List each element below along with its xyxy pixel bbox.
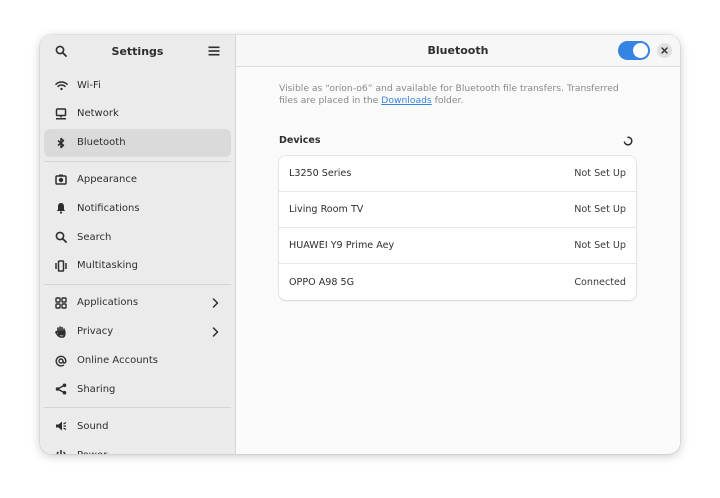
sidebar-header: Settings [40,35,235,67]
device-row[interactable]: L3250 Series Not Set Up [279,156,636,192]
sidebar-item-online-accounts[interactable]: Online Accounts [44,347,231,375]
device-name: OPPO A98 5G [289,276,355,288]
sidebar-item-notifications[interactable]: Notifications [44,194,231,222]
toggle-knob [633,43,648,58]
sidebar-item-label: Sharing [77,383,116,395]
sidebar-separator [44,407,231,409]
panel-title: Bluetooth [427,44,489,57]
devices-heading: Devices [279,135,321,146]
bluetooth-icon [54,136,68,150]
device-name: HUAWEI Y9 Prime Aey [289,240,395,251]
chevron-right-icon [209,326,221,338]
sidebar-item-label: Bluetooth [77,137,126,149]
device-status: Not Set Up [574,168,626,179]
sidebar-item-sharing[interactable]: Sharing [44,375,231,403]
description-text-end: folder. [431,94,464,106]
search-button[interactable] [50,40,72,62]
search-icon [54,230,68,244]
applications-icon [54,296,68,310]
sidebar-item-label: Wi-Fi [77,79,101,91]
sidebar-item-label: Applications [77,297,139,309]
speaker-icon [54,419,68,433]
loading-spinner-icon [623,136,633,146]
privacy-hand-icon [54,325,68,339]
sidebar-item-network[interactable]: Network [44,100,231,128]
device-row[interactable]: OPPO A98 5G Connected [279,264,636,300]
multitasking-icon [54,259,68,273]
device-row[interactable]: Living Room TV Not Set Up [279,192,636,228]
sidebar-item-label: Search [77,231,112,243]
device-row[interactable]: HUAWEI Y9 Prime Aey Not Set Up [279,228,636,264]
downloads-link[interactable]: Downloads [381,95,431,106]
device-status: Connected [574,276,626,288]
sidebar-nav: Wi-Fi Network Bluetooth Appearance Notificat… [40,67,235,454]
sidebar-item-label: Online Accounts [77,355,159,367]
sidebar: Settings Wi-Fi Network Bluetooth Appearance… [40,35,236,454]
sidebar-item-power[interactable]: Power [44,441,231,454]
sidebar-item-privacy[interactable]: Privacy [44,318,231,346]
hamburger-menu-icon [208,46,220,56]
at-icon [54,354,68,368]
panel-header: Bluetooth [236,35,680,67]
settings-window: Settings Wi-Fi Network Bluetooth Appearance… [40,35,680,454]
close-button[interactable] [657,43,672,58]
sidebar-item-appearance[interactable]: Appearance [44,166,231,194]
search-icon [55,45,67,57]
sidebar-item-label: Privacy [77,326,114,338]
device-name: L3250 Series [289,168,352,179]
sidebar-item-applications[interactable]: Applications [44,289,231,317]
bluetooth-panel: Bluetooth Visible as “orion-o6” and avai… [236,35,680,454]
sidebar-item-label: Network [77,108,119,120]
menu-button[interactable] [203,40,225,62]
sidebar-item-multitasking[interactable]: Multitasking [44,252,231,280]
device-status: Not Set Up [574,240,626,251]
wifi-icon [54,78,68,92]
network-icon [54,107,68,121]
device-name: Living Room TV [289,204,364,215]
sidebar-item-bluetooth[interactable]: Bluetooth [44,128,231,157]
device-status: Not Set Up [574,204,626,215]
chevron-right-icon [209,297,221,309]
sidebar-item-sound[interactable]: Sound [44,412,231,440]
visibility-description: Visible as “orion-o6” and available for … [279,83,639,106]
power-icon [54,448,68,454]
sidebar-item-search[interactable]: Search [44,223,231,251]
appearance-icon [54,173,68,187]
close-icon [661,47,668,54]
sidebar-separator [44,160,231,162]
sidebar-item-label: Power [77,450,107,454]
share-icon [54,382,68,396]
sidebar-item-label: Notifications [77,202,140,214]
sidebar-separator [44,283,231,285]
sidebar-item-label: Sound [77,420,109,432]
sidebar-item-wi-fi[interactable]: Wi-Fi [44,71,231,99]
bell-icon [54,201,68,215]
device-list: L3250 Series Not Set Up Living Room TV Not … [279,156,636,300]
sidebar-item-label: Multitasking [77,260,138,272]
sidebar-item-label: Appearance [77,174,138,186]
bluetooth-toggle[interactable] [618,41,650,60]
